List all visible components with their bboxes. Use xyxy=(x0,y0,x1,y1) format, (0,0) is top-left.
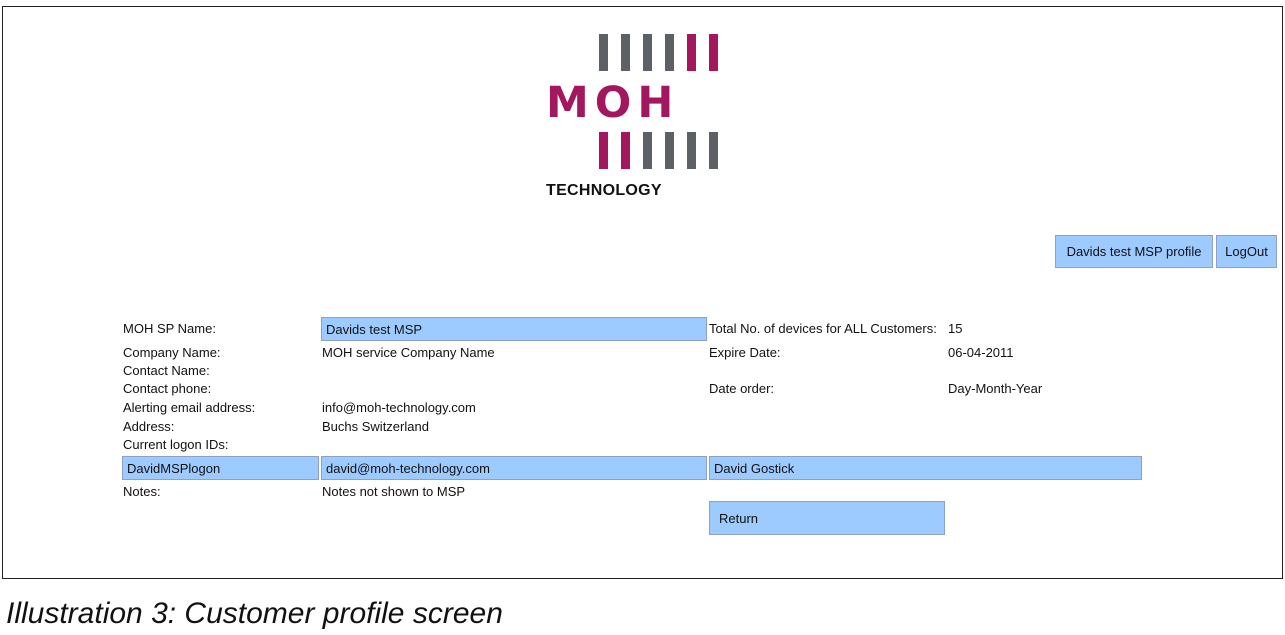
logon-ids-label: Current logon IDs: xyxy=(123,437,229,452)
notes-value: Notes not shown to MSP xyxy=(322,484,466,499)
logo-bar xyxy=(709,34,718,71)
logout-button[interactable]: LogOut xyxy=(1216,235,1277,268)
msp-profile-button[interactable]: Davids test MSP profile xyxy=(1055,235,1213,268)
alert-email-label: Alerting email address: xyxy=(123,400,256,415)
logo-wordmark: MOH xyxy=(546,78,680,128)
expire-date-value: 06-04-2011 xyxy=(948,345,1014,360)
illustration-caption: Illustration 3: Customer profile screen xyxy=(6,597,503,630)
logon-name-field[interactable]: David Gostick xyxy=(709,456,1142,480)
return-button[interactable]: Return xyxy=(709,501,945,535)
expire-date-label: Expire Date: xyxy=(709,345,781,360)
logo-bar xyxy=(621,34,630,71)
logo-bar xyxy=(643,132,652,169)
logon-email-field[interactable]: david@moh-technology.com xyxy=(321,456,707,480)
moh-technology-logo: MOH TECHNOLOGY xyxy=(540,34,730,204)
logo-subtitle: TECHNOLOGY xyxy=(546,182,662,199)
logo-bar xyxy=(687,132,696,169)
logo-bar xyxy=(599,34,608,71)
address-value: Buchs Switzerland xyxy=(322,419,429,434)
date-order-value: Day-Month-Year xyxy=(948,381,1043,396)
company-name-value: MOH service Company Name xyxy=(322,345,495,360)
logo-bar xyxy=(599,132,608,169)
company-name-label: Company Name: xyxy=(123,345,221,360)
address-label: Address: xyxy=(123,419,175,434)
contact-name-label: Contact Name: xyxy=(123,363,210,378)
logo-bar xyxy=(709,132,718,169)
contact-phone-label: Contact phone: xyxy=(123,381,212,396)
notes-label: Notes: xyxy=(123,484,161,499)
date-order-label: Date order: xyxy=(709,381,775,396)
logo-bar xyxy=(665,34,674,71)
sp-name-label: MOH SP Name: xyxy=(123,321,216,336)
logo-bar xyxy=(665,132,674,169)
alert-email-value: info@moh-technology.com xyxy=(322,400,476,415)
logo-bar xyxy=(687,34,696,71)
total-devices-value: 15 xyxy=(948,321,963,336)
logo-bar xyxy=(643,34,652,71)
logon-id-field[interactable]: DavidMSPlogon xyxy=(122,456,319,480)
logo-bar xyxy=(621,132,630,169)
sp-name-field[interactable]: Davids test MSP xyxy=(321,317,707,341)
total-devices-label: Total No. of devices for ALL Customers: xyxy=(709,321,937,336)
